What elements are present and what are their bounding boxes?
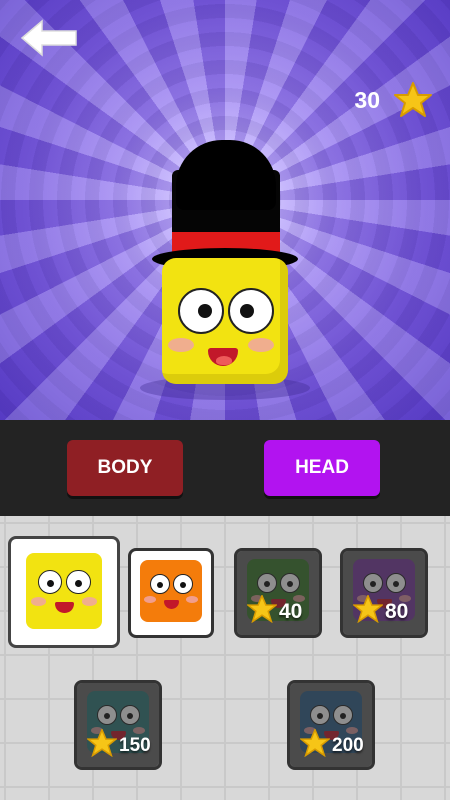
price-value: 40 xyxy=(279,600,303,623)
left-eye xyxy=(178,288,224,334)
game-scene: 30 xyxy=(0,0,450,420)
tab-body[interactable]: BODY xyxy=(67,440,183,496)
tab-head[interactable]: HEAD xyxy=(264,440,380,496)
star-icon xyxy=(245,593,279,629)
skin-item-yellow[interactable] xyxy=(8,536,120,648)
skin-face xyxy=(140,560,202,622)
arrow-left-icon xyxy=(20,19,77,57)
price-tag: 200 xyxy=(298,727,364,763)
price-value: 200 xyxy=(332,735,364,756)
skin-eye xyxy=(150,574,170,594)
right-eye xyxy=(228,288,274,334)
price-tag: 150 xyxy=(85,727,151,763)
price-tag: 80 xyxy=(351,593,409,629)
skin-item-purple[interactable]: 80 xyxy=(340,548,428,638)
skin-eye xyxy=(173,574,193,594)
star-icon xyxy=(351,593,385,629)
left-cheek xyxy=(168,338,194,352)
skin-cheek xyxy=(82,597,98,606)
top-hat-dome xyxy=(176,140,276,210)
star-icon xyxy=(298,727,332,763)
skin-cheek xyxy=(144,596,156,603)
skin-item-teal[interactable]: 150 xyxy=(74,680,162,770)
skin-item-blue[interactable]: 200 xyxy=(287,680,375,770)
skin-mouth xyxy=(55,602,74,614)
skin-cheek xyxy=(30,597,46,606)
price-value: 80 xyxy=(385,600,409,623)
skin-eye xyxy=(38,570,63,595)
mouth xyxy=(208,348,238,366)
star-icon xyxy=(85,727,119,763)
star-icon xyxy=(394,82,432,118)
skin-mouth xyxy=(164,600,179,609)
coin-counter: 30 xyxy=(354,82,432,118)
character-head xyxy=(162,258,288,384)
skin-face xyxy=(26,553,102,629)
skin-item-orange[interactable] xyxy=(128,548,214,638)
back-button[interactable] xyxy=(18,18,80,58)
skin-grid: 40 80 150 200 xyxy=(0,516,450,800)
character-preview xyxy=(140,140,310,400)
price-tag: 40 xyxy=(245,593,303,629)
skin-eye xyxy=(66,570,91,595)
price-value: 150 xyxy=(119,735,151,756)
category-tab-bar: BODY HEAD xyxy=(0,420,450,516)
coin-count: 30 xyxy=(354,86,380,113)
skin-item-green[interactable]: 40 xyxy=(234,548,322,638)
right-cheek xyxy=(248,338,274,352)
skin-cheek xyxy=(186,596,198,603)
